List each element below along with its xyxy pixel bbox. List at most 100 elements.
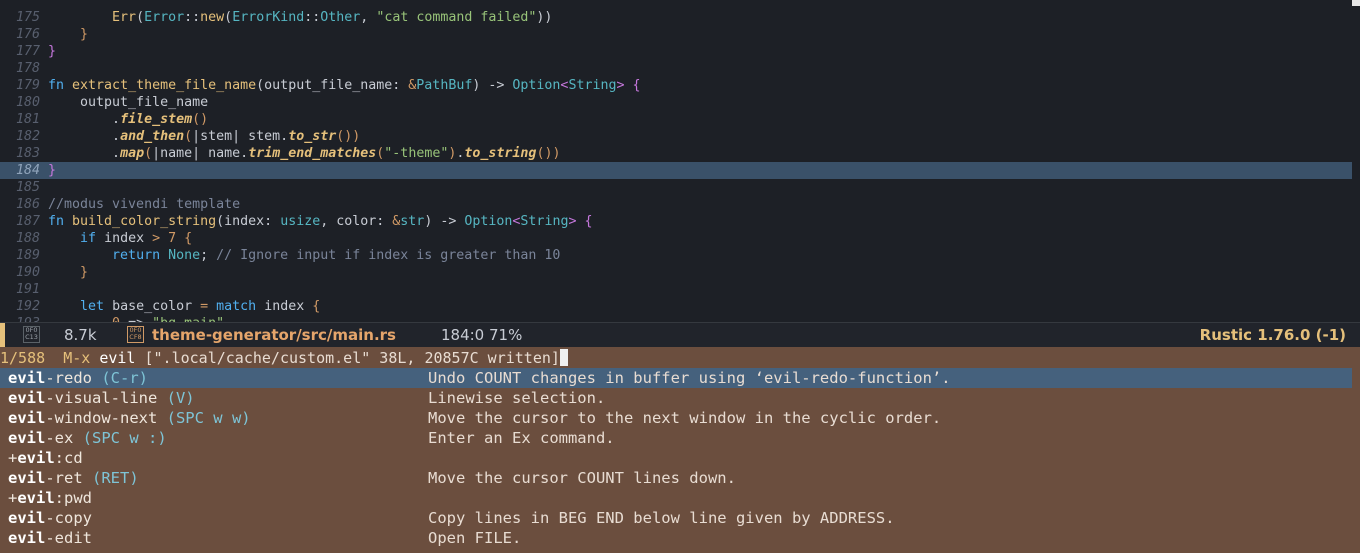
candidate-name: +evil:pwd	[8, 489, 92, 507]
editor-pane[interactable]: 175 Err(Error::new(ErrorKind::Other, "ca…	[0, 0, 1360, 322]
line-number: 182	[15, 129, 40, 144]
candidate-name: evil-redo (C-r)	[8, 369, 148, 387]
minibuffer[interactable]: 1/588 M-x evil [".local/cache/custom.el"…	[0, 347, 1360, 369]
match-highlight: evil	[8, 469, 46, 487]
code-line[interactable]: 187 fn build_color_string(index: usize, c…	[0, 213, 1352, 230]
code-token: build_color_string	[72, 214, 217, 229]
code-token: (	[256, 78, 265, 93]
completion-candidate[interactable]: evil-ret (RET) Move the cursor COUNT line…	[0, 468, 1360, 488]
code-token: file_stem	[120, 112, 193, 127]
code-token: Other	[320, 10, 361, 25]
code-token: extract_theme_file_name	[72, 78, 257, 93]
keybinding: (RET)	[82, 469, 139, 487]
completion-list[interactable]: evil-redo (C-r) Undo COUNT changes in buf…	[0, 368, 1360, 553]
code-line[interactable]: 185	[0, 179, 1352, 196]
code-token: String	[568, 78, 617, 93]
line-number: 190	[15, 265, 40, 280]
keybinding: (SPC w w)	[157, 409, 251, 427]
code-token: fn	[48, 78, 73, 93]
completion-candidate[interactable]: +evil:pwd	[0, 488, 1360, 508]
code-token: ))	[536, 10, 553, 25]
code-token: , color:	[320, 214, 393, 229]
mx-prompt: M-x	[63, 349, 91, 367]
code-token: usize	[280, 214, 321, 229]
keybinding: (SPC w :)	[73, 429, 167, 447]
completion-candidate[interactable]: +evil:cd	[0, 448, 1360, 468]
candidate-name: evil-window-next (SPC w w)	[8, 409, 251, 427]
code-line[interactable]: 176 }	[0, 26, 1352, 43]
code-line[interactable]: 186 //modus vivendi template	[0, 196, 1352, 213]
code-token: let	[80, 299, 113, 314]
candidate-doc: Linewise selection.	[428, 389, 606, 407]
code-token: =	[200, 299, 217, 314]
match-highlight: evil	[8, 409, 46, 427]
code-token: and_then	[120, 129, 185, 144]
completion-candidate[interactable]: evil-edit Open FILE.	[0, 528, 1360, 548]
candidate-doc: Open FILE.	[428, 529, 522, 547]
candidate-doc: Enter an Ex command.	[428, 429, 615, 447]
code-token: (	[184, 129, 193, 144]
line-number: 180	[15, 95, 40, 110]
line-number: 176	[15, 27, 40, 42]
code-token: ())	[536, 146, 561, 161]
code-token: > {	[616, 78, 641, 93]
code-line[interactable]: 179 fn extract_theme_file_name(output_fil…	[0, 77, 1352, 94]
code-token: PathBuf	[416, 78, 473, 93]
line-number: 183	[15, 146, 40, 161]
code-token: "-theme"	[384, 146, 449, 161]
code-token: match	[216, 299, 265, 314]
minibuffer-input[interactable]: evil	[99, 349, 135, 367]
code-token: ::	[304, 10, 321, 25]
code-line[interactable]: 177}	[0, 43, 1352, 60]
candidate-name: evil-edit	[8, 529, 92, 547]
line-number: 193	[0, 315, 48, 322]
completion-candidate[interactable]: evil-window-next (SPC w w) Move the curso…	[0, 408, 1360, 428]
code-line[interactable]: 192 let base_color = match index {	[0, 298, 1352, 315]
line-number: 192	[15, 299, 40, 314]
completion-candidate[interactable]: evil-ex (SPC w :) Enter an Ex command.	[0, 428, 1360, 448]
scrollbar-thumb[interactable]	[1352, 0, 1360, 6]
code-token: (	[144, 146, 153, 161]
line-number: 187	[15, 214, 40, 229]
code-token: to_str	[288, 129, 337, 144]
match-highlight: evil	[8, 389, 46, 407]
code-token: index	[104, 231, 153, 246]
line-number: 179	[15, 78, 40, 93]
code-token: {	[312, 299, 321, 314]
code-line[interactable]: 178	[0, 60, 1352, 77]
code-token: .	[48, 146, 121, 161]
code-token: ,	[360, 10, 377, 25]
code-token: }	[80, 27, 89, 42]
code-line[interactable]: 183 .map(|name| name.trim_end_matches("-…	[0, 145, 1352, 162]
completion-candidate[interactable]: evil-visual-line (V) Linewise selection.	[0, 388, 1360, 408]
code-line[interactable]: 191	[0, 281, 1352, 298]
major-mode[interactable]: Rustic 1.76.0 (-1)	[1200, 326, 1346, 344]
code-token: }	[48, 163, 57, 178]
code-line[interactable]: 188 if index > 7 {	[0, 230, 1352, 247]
code-line[interactable]: 180 output_file_name	[0, 94, 1352, 111]
code-line[interactable]: 193 0 => "bg-main",	[0, 315, 1352, 322]
completion-candidate[interactable]: evil-copy Copy lines in BEG END below lin…	[0, 508, 1360, 528]
match-highlight: evil	[8, 509, 46, 527]
file-path[interactable]: theme-generator/src/main.rs	[152, 326, 396, 344]
keybinding: (C-r)	[92, 369, 148, 387]
completion-candidate[interactable]: evil-redo (C-r) Undo COUNT changes in buf…	[0, 368, 1352, 388]
code-line[interactable]: 182 .and_then(|stem| stem.to_str())	[0, 128, 1352, 145]
code-line[interactable]: 181 .file_stem()	[0, 111, 1352, 128]
line-number: 186	[15, 197, 40, 212]
code-token: {	[176, 231, 193, 246]
code-line[interactable]: 189 return None; // Ignore input if inde…	[0, 247, 1352, 264]
match-highlight: evil	[8, 529, 46, 547]
code-line[interactable]: 184}	[0, 162, 1352, 179]
code-line[interactable]: 190 }	[0, 264, 1352, 281]
code-token: Option	[464, 214, 513, 229]
mode-line-accent-bar	[0, 323, 5, 347]
code-line[interactable]: 175 Err(Error::new(ErrorKind::Other, "ca…	[0, 9, 1352, 26]
cursor-position: 184:0 71%	[441, 326, 523, 344]
line-number: 181	[15, 112, 40, 127]
code-token: index	[264, 299, 313, 314]
code-token: map	[120, 146, 145, 161]
